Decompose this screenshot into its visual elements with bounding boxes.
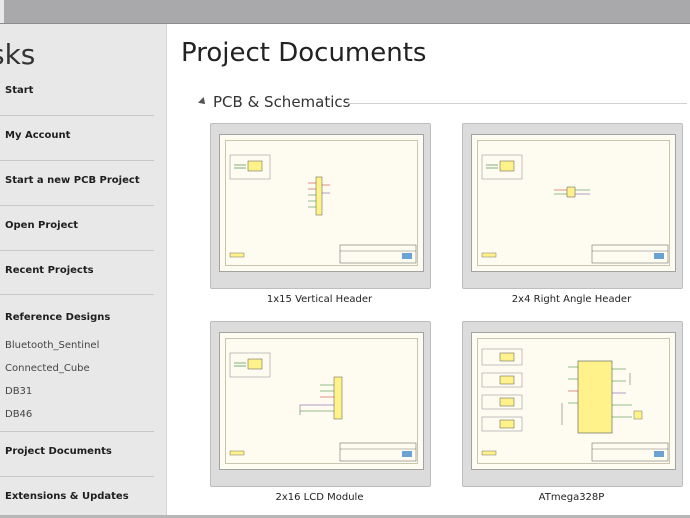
divider — [0, 160, 154, 161]
divider — [0, 250, 154, 251]
tasks-sidebar: sks Start My Account Start a new PCB Pro… — [0, 24, 167, 518]
sidebar-item-recent-projects[interactable]: Recent Projects — [5, 265, 94, 276]
schematic-thumbnail — [471, 134, 676, 272]
divider — [0, 431, 154, 432]
sidebar-item-new-pcb-project[interactable]: Start a new PCB Project — [5, 175, 140, 186]
sidebar-item-open-project[interactable]: Open Project — [5, 220, 78, 231]
schematic-preview-icon — [229, 352, 417, 462]
schematic-preview-icon — [481, 348, 669, 462]
reference-design-link[interactable]: DB46 — [5, 409, 32, 420]
tab-stub — [0, 0, 4, 23]
collapse-triangle-icon[interactable] — [198, 97, 208, 107]
document-card-atmega328p[interactable] — [462, 321, 683, 487]
divider — [0, 476, 154, 477]
section-label: PCB & Schematics — [213, 93, 351, 111]
card-label[interactable]: 2x16 LCD Module — [210, 492, 429, 503]
schematic-preview-icon — [481, 154, 669, 264]
window-top-bar — [0, 0, 690, 24]
sidebar-item-project-documents[interactable]: Project Documents — [5, 446, 112, 457]
section-divider — [347, 103, 687, 104]
divider — [0, 294, 154, 295]
schematic-thumbnail — [219, 134, 424, 272]
sidebar-item-start[interactable]: Start — [5, 85, 33, 96]
page-title: Project Documents — [181, 38, 427, 68]
sidebar-title: sks — [0, 38, 36, 71]
sidebar-item-reference-designs[interactable]: Reference Designs — [5, 312, 110, 323]
card-label[interactable]: 1x15 Vertical Header — [210, 294, 429, 305]
schematic-preview-icon — [229, 154, 417, 264]
sidebar-item-extensions-updates[interactable]: Extensions & Updates — [5, 491, 129, 502]
divider — [0, 205, 154, 206]
document-card-2x4-header[interactable] — [462, 123, 683, 289]
reference-design-link[interactable]: DB31 — [5, 386, 32, 397]
document-card-lcd-module[interactable] — [210, 321, 431, 487]
divider — [0, 115, 154, 116]
schematic-thumbnail — [219, 332, 424, 470]
sidebar-item-my-account[interactable]: My Account — [5, 130, 70, 141]
card-label[interactable]: 2x4 Right Angle Header — [462, 294, 681, 305]
reference-design-link[interactable]: Bluetooth_Sentinel — [5, 340, 99, 351]
card-label[interactable]: ATmega328P — [462, 492, 681, 503]
main-content: Project Documents PCB & Schematics 1x15 … — [167, 24, 690, 518]
document-card-1x15-header[interactable] — [210, 123, 431, 289]
schematic-thumbnail — [471, 332, 676, 470]
section-header[interactable]: PCB & Schematics — [198, 93, 351, 111]
reference-design-link[interactable]: Connected_Cube — [5, 363, 90, 374]
